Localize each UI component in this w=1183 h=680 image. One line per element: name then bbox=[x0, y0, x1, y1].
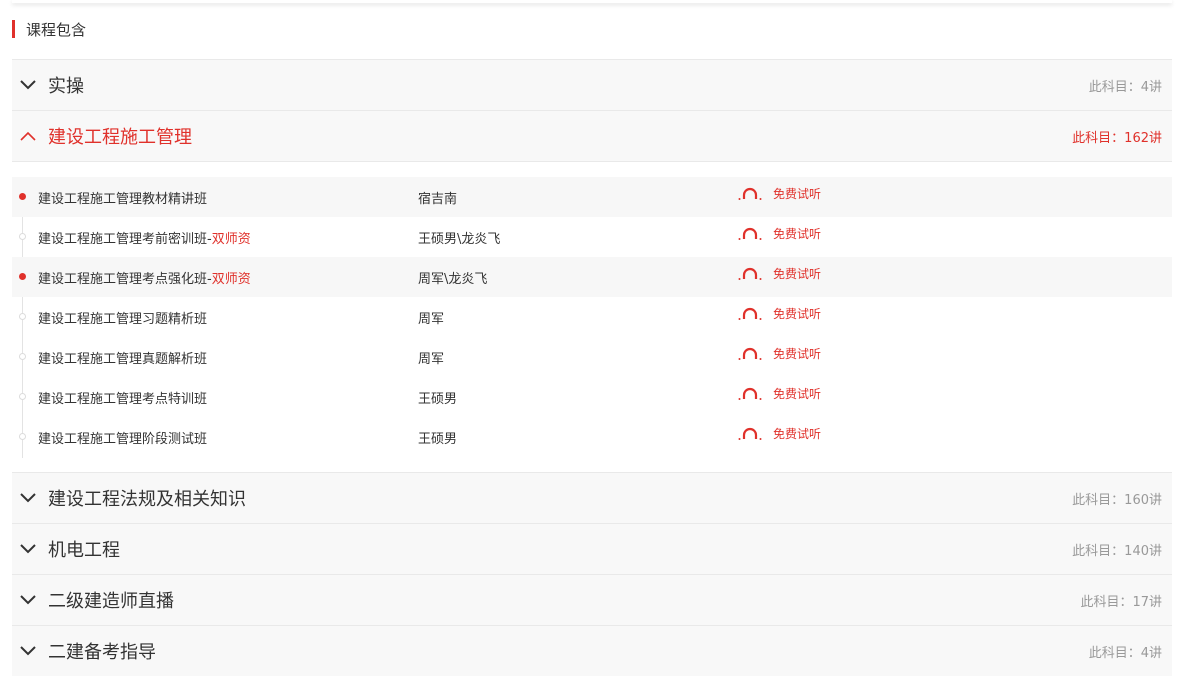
lesson-row[interactable]: 建设工程施工管理考前密训班-双师资 王硕男\龙炎飞 免费试听 bbox=[12, 217, 1172, 257]
lesson-name: 建设工程施工管理真题解析班 bbox=[38, 351, 208, 367]
subject-header-construction-management[interactable]: 建设工程施工管理 此科目：162讲 bbox=[12, 110, 1172, 161]
headphone-icon bbox=[738, 187, 762, 200]
lesson-teacher: 周军\龙炎飞 bbox=[418, 271, 488, 287]
free-trial-label: 免费试听 bbox=[773, 267, 822, 281]
subject-lesson-count: 此科目：17讲 bbox=[1080, 594, 1162, 610]
free-trial-label: 免费试听 bbox=[773, 227, 822, 241]
top-divider-shadow bbox=[12, 0, 1172, 3]
chevron-down-icon bbox=[20, 541, 36, 557]
headphone-icon bbox=[738, 347, 762, 360]
lesson-teacher: 王硕男 bbox=[418, 391, 458, 407]
subject-title: 机电工程 bbox=[48, 540, 120, 561]
lesson-teacher: 周军 bbox=[418, 311, 445, 327]
timeline-dot bbox=[19, 233, 26, 240]
chevron-down-icon bbox=[20, 643, 36, 659]
subject-accordion: 实操 此科目：4讲 建设工程施工管理 此科目：162讲 建设工程施工管理教材精讲… bbox=[12, 59, 1172, 676]
headphone-icon bbox=[738, 267, 762, 280]
lesson-row[interactable]: 建设工程施工管理考点特训班 王硕男 免费试听 bbox=[12, 377, 1172, 417]
lesson-name: 建设工程施工管理习题精析班 bbox=[38, 311, 208, 327]
lesson-teacher: 宿吉南 bbox=[418, 191, 458, 207]
subject-lesson-count: 此科目：160讲 bbox=[1072, 492, 1162, 508]
lesson-row[interactable]: 建设工程施工管理教材精讲班 宿吉南 免费试听 bbox=[12, 177, 1172, 217]
section-title: 课程包含 bbox=[26, 20, 87, 39]
timeline-dot bbox=[19, 313, 26, 320]
subject-header-law-regulations[interactable]: 建设工程法规及相关知识 此科目：160讲 bbox=[12, 472, 1172, 523]
subject-lesson-count: 此科目：140讲 bbox=[1072, 543, 1162, 559]
section-header: 课程包含 bbox=[12, 19, 86, 39]
free-trial-button[interactable]: 免费试听 bbox=[738, 185, 821, 202]
lesson-row[interactable]: 建设工程施工管理真题解析班 周军 免费试听 bbox=[12, 337, 1172, 377]
subject-lesson-count: 此科目：162讲 bbox=[1072, 130, 1162, 146]
free-trial-button[interactable]: 免费试听 bbox=[738, 425, 821, 442]
free-trial-label: 免费试听 bbox=[773, 427, 822, 441]
free-trial-button[interactable]: 免费试听 bbox=[738, 385, 821, 402]
subject-header-shicao[interactable]: 实操 此科目：4讲 bbox=[12, 59, 1172, 110]
lesson-row[interactable]: 建设工程施工管理考点强化班-双师资 周军\龙炎飞 免费试听 bbox=[12, 257, 1172, 297]
subject-lesson-count: 此科目：4讲 bbox=[1088, 645, 1162, 661]
lesson-list: 建设工程施工管理教材精讲班 宿吉南 免费试听 建设工程施工管理考前密训班-双师资… bbox=[12, 161, 1172, 472]
dual-teacher-tag: 双师资 bbox=[211, 231, 251, 247]
free-trial-button[interactable]: 免费试听 bbox=[738, 225, 821, 242]
subject-lesson-count: 此科目：4讲 bbox=[1088, 79, 1162, 95]
headphone-icon bbox=[738, 307, 762, 320]
subject-header-electromechanical[interactable]: 机电工程 此科目：140讲 bbox=[12, 523, 1172, 574]
lesson-teacher: 王硕男 bbox=[418, 431, 458, 447]
lesson-row[interactable]: 建设工程施工管理习题精析班 周军 免费试听 bbox=[12, 297, 1172, 337]
subject-title: 二级建造师直播 bbox=[48, 591, 174, 612]
free-trial-button[interactable]: 免费试听 bbox=[738, 345, 821, 362]
lesson-name: 建设工程施工管理考点强化班-双师资 bbox=[38, 271, 251, 287]
lesson-teacher: 王硕男\龙炎飞 bbox=[418, 231, 501, 247]
lesson-name: 建设工程施工管理考点特训班 bbox=[38, 391, 208, 407]
chevron-down-icon bbox=[20, 490, 36, 506]
subject-header-exam-guide[interactable]: 二建备考指导 此科目：4讲 bbox=[12, 625, 1172, 676]
lesson-name: 建设工程施工管理阶段测试班 bbox=[38, 431, 208, 447]
subject-title: 实操 bbox=[48, 76, 84, 97]
timeline-dot bbox=[19, 433, 26, 440]
headphone-icon bbox=[738, 227, 762, 240]
subject-title: 二建备考指导 bbox=[48, 642, 156, 663]
lesson-name: 建设工程施工管理考前密训班-双师资 bbox=[38, 231, 251, 247]
timeline-dot bbox=[19, 353, 26, 360]
chevron-up-icon bbox=[20, 128, 36, 144]
lesson-teacher: 周军 bbox=[418, 351, 445, 367]
section-accent-bar bbox=[12, 20, 15, 38]
free-trial-label: 免费试听 bbox=[773, 187, 822, 201]
timeline-dot bbox=[19, 273, 26, 280]
free-trial-label: 免费试听 bbox=[773, 387, 822, 401]
chevron-down-icon bbox=[20, 592, 36, 608]
chevron-down-icon bbox=[20, 77, 36, 93]
headphone-icon bbox=[738, 427, 762, 440]
free-trial-label: 免费试听 bbox=[773, 347, 822, 361]
free-trial-button[interactable]: 免费试听 bbox=[738, 265, 821, 282]
dual-teacher-tag: 双师资 bbox=[211, 271, 251, 287]
subject-title: 建设工程施工管理 bbox=[48, 127, 192, 148]
headphone-icon bbox=[738, 387, 762, 400]
free-trial-label: 免费试听 bbox=[773, 307, 822, 321]
subject-title: 建设工程法规及相关知识 bbox=[48, 489, 246, 510]
timeline-dot bbox=[19, 193, 26, 200]
subject-header-live[interactable]: 二级建造师直播 此科目：17讲 bbox=[12, 574, 1172, 625]
free-trial-button[interactable]: 免费试听 bbox=[738, 305, 821, 322]
lesson-name: 建设工程施工管理教材精讲班 bbox=[38, 191, 208, 207]
timeline-dot bbox=[19, 393, 26, 400]
lesson-row[interactable]: 建设工程施工管理阶段测试班 王硕男 免费试听 bbox=[12, 417, 1172, 457]
